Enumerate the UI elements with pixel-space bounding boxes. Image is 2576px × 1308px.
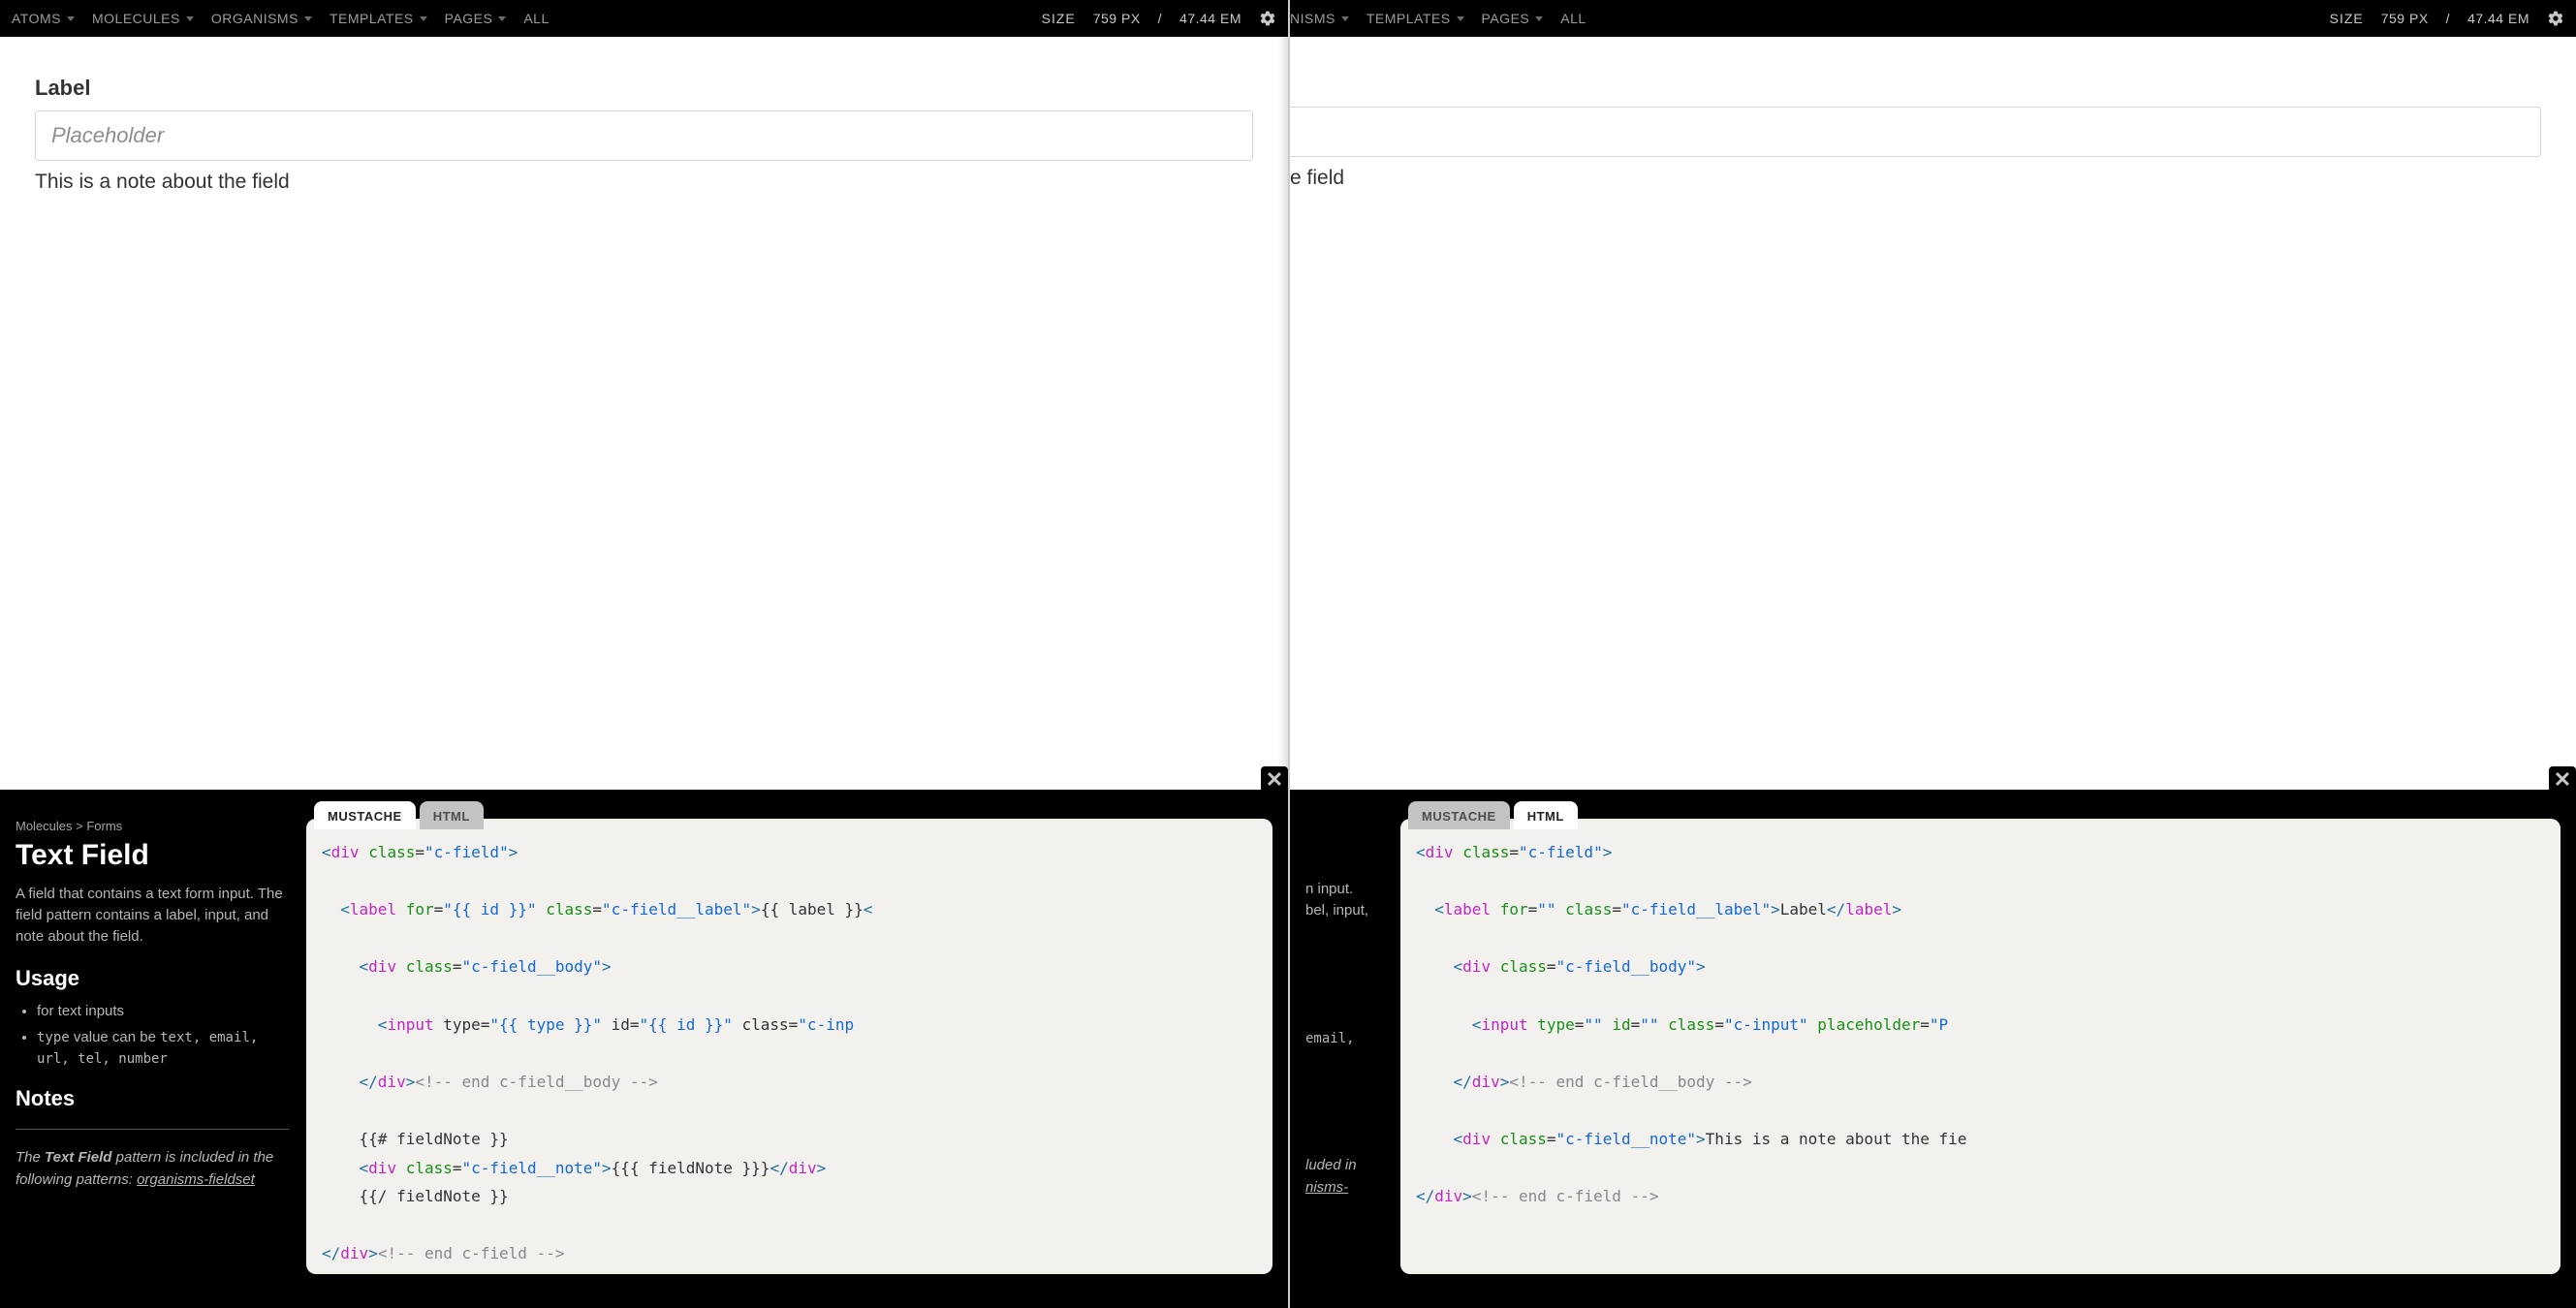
usage-item: type value can be text, email, url, tel,… bbox=[37, 1027, 289, 1069]
size-px[interactable]: 759 PX bbox=[1093, 11, 1141, 26]
close-icon: ✕ bbox=[2554, 767, 2571, 793]
size-label: SIZE bbox=[2330, 11, 2364, 26]
chevron-down-icon bbox=[67, 16, 75, 21]
text-field-input[interactable] bbox=[1290, 107, 2541, 157]
pattern-title: Text Field bbox=[16, 839, 289, 872]
close-icon: ✕ bbox=[1266, 767, 1283, 793]
usage-fragment: email, bbox=[1305, 1028, 1393, 1049]
pattern-meta: n input. bel, input, email, luded in nis… bbox=[1305, 819, 1400, 1292]
nav-item-label: TEMPLATES bbox=[330, 11, 414, 26]
nav-item-label: ALL bbox=[1560, 11, 1586, 26]
size-px[interactable]: 759 PX bbox=[2381, 11, 2429, 26]
code-inline: email, bbox=[1305, 1031, 1355, 1046]
nav-item-label: NISMS bbox=[1290, 11, 1335, 26]
tab-html[interactable]: HTML bbox=[420, 801, 484, 829]
included-link[interactable]: nisms- bbox=[1305, 1179, 1348, 1196]
size-em[interactable]: 47.44 EM bbox=[1179, 11, 1241, 26]
text-fragment: bel, input, bbox=[1305, 902, 1368, 919]
chevron-down-icon bbox=[420, 16, 427, 21]
nav-templates[interactable]: TEMPLATES bbox=[330, 11, 427, 26]
nav-item-label: PAGES bbox=[445, 11, 493, 26]
included-in: The Text Field pattern is included in th… bbox=[16, 1147, 289, 1191]
code-inline: type bbox=[37, 1030, 70, 1045]
code-tabs: MUSTACHE HTML bbox=[1408, 801, 1578, 829]
form-label: Label bbox=[35, 76, 1253, 101]
nav-atoms[interactable]: ATOMS bbox=[12, 11, 75, 26]
tab-mustache[interactable]: MUSTACHE bbox=[1408, 801, 1510, 829]
size-sep: / bbox=[2446, 11, 2450, 26]
size-em[interactable]: 47.44 EM bbox=[2467, 11, 2529, 26]
pattern-description-fragment: n input. bel, input, bbox=[1305, 879, 1393, 921]
usage-heading: Usage bbox=[16, 966, 289, 991]
close-button[interactable]: ✕ bbox=[2549, 766, 2576, 794]
chevron-down-icon bbox=[498, 16, 506, 21]
divider bbox=[16, 1129, 289, 1130]
nav-item-label: ATOMS bbox=[12, 11, 61, 26]
code-panel: MUSTACHE HTML <div class="c-field"> <lab… bbox=[1400, 819, 2560, 1292]
breadcrumb: Molecules > Forms bbox=[16, 819, 289, 833]
form-note: e field bbox=[1290, 167, 2541, 190]
text-field-input[interactable] bbox=[35, 110, 1253, 161]
form-note: This is a note about the field bbox=[35, 171, 1253, 194]
nav-item-label: MOLECULES bbox=[92, 11, 180, 26]
info-drawer: ✕ Molecules > Forms Text Field A field t… bbox=[0, 790, 1288, 1308]
tab-mustache[interactable]: MUSTACHE bbox=[314, 801, 416, 829]
top-nav: NISMS TEMPLATES PAGES ALL SIZE 759 PX / … bbox=[1290, 0, 2576, 37]
code-box[interactable]: <div class="c-field"> <label for="" clas… bbox=[1400, 819, 2560, 1274]
size-label: SIZE bbox=[1042, 11, 1076, 26]
text-fragment: luded in bbox=[1305, 1157, 1357, 1173]
included-link[interactable]: organisms-fieldset bbox=[137, 1171, 255, 1188]
notes-heading: Notes bbox=[16, 1086, 289, 1111]
nav-item-label: ORGANISMS bbox=[211, 11, 298, 26]
nav-pages[interactable]: PAGES bbox=[445, 11, 507, 26]
pattern-description: A field that contains a text form input.… bbox=[16, 884, 289, 947]
nav-item-label: PAGES bbox=[1482, 11, 1530, 26]
chevron-down-icon bbox=[304, 16, 312, 21]
top-nav: ATOMS MOLECULES ORGANISMS TEMPLATES PAGE… bbox=[0, 0, 1288, 37]
nav-item-label: ALL bbox=[523, 11, 549, 26]
included-fragment: luded in nisms- bbox=[1305, 1155, 1393, 1199]
info-drawer: ✕ n input. bel, input, email, luded in n… bbox=[1290, 790, 2576, 1308]
text-fragment: n input. bbox=[1305, 881, 1353, 897]
code-panel: MUSTACHE HTML <div class="c-field"> <lab… bbox=[306, 819, 1272, 1292]
chevron-down-icon bbox=[186, 16, 194, 21]
pattern-preview: Label This is a note about the field bbox=[0, 37, 1288, 194]
gear-icon[interactable] bbox=[1259, 10, 1276, 27]
chevron-down-icon bbox=[1457, 16, 1464, 21]
usage-item: for text inputs bbox=[37, 1001, 289, 1021]
nav-item-label: TEMPLATES bbox=[1367, 11, 1451, 26]
included-text: The bbox=[16, 1149, 45, 1166]
code-box[interactable]: <div class="c-field"> <label for="{{ id … bbox=[306, 819, 1272, 1274]
nav-organisms[interactable]: ORGANISMS bbox=[211, 11, 312, 26]
panel-left: ATOMS MOLECULES ORGANISMS TEMPLATES PAGE… bbox=[0, 0, 1288, 1308]
included-strong: Text Field bbox=[45, 1149, 111, 1166]
nav-all[interactable]: ALL bbox=[1560, 11, 1586, 26]
chevron-down-icon bbox=[1535, 16, 1543, 21]
nav-templates[interactable]: TEMPLATES bbox=[1367, 11, 1464, 26]
nav-all[interactable]: ALL bbox=[523, 11, 549, 26]
usage-text: value can be bbox=[74, 1029, 160, 1045]
pattern-meta: Molecules > Forms Text Field A field tha… bbox=[16, 819, 306, 1292]
usage-list: for text inputs type value can be text, … bbox=[16, 1001, 289, 1069]
nav-organisms[interactable]: NISMS bbox=[1290, 11, 1349, 26]
nav-molecules[interactable]: MOLECULES bbox=[92, 11, 194, 26]
panel-right: NISMS TEMPLATES PAGES ALL SIZE 759 PX / … bbox=[1288, 0, 2576, 1308]
close-button[interactable]: ✕ bbox=[1261, 766, 1288, 794]
code-tabs: MUSTACHE HTML bbox=[314, 801, 484, 829]
gear-icon[interactable] bbox=[2547, 10, 2564, 27]
pattern-preview: e field bbox=[1290, 37, 2576, 190]
size-sep: / bbox=[1158, 11, 1162, 26]
chevron-down-icon bbox=[1341, 16, 1349, 21]
tab-html[interactable]: HTML bbox=[1514, 801, 1578, 829]
nav-pages[interactable]: PAGES bbox=[1482, 11, 1544, 26]
